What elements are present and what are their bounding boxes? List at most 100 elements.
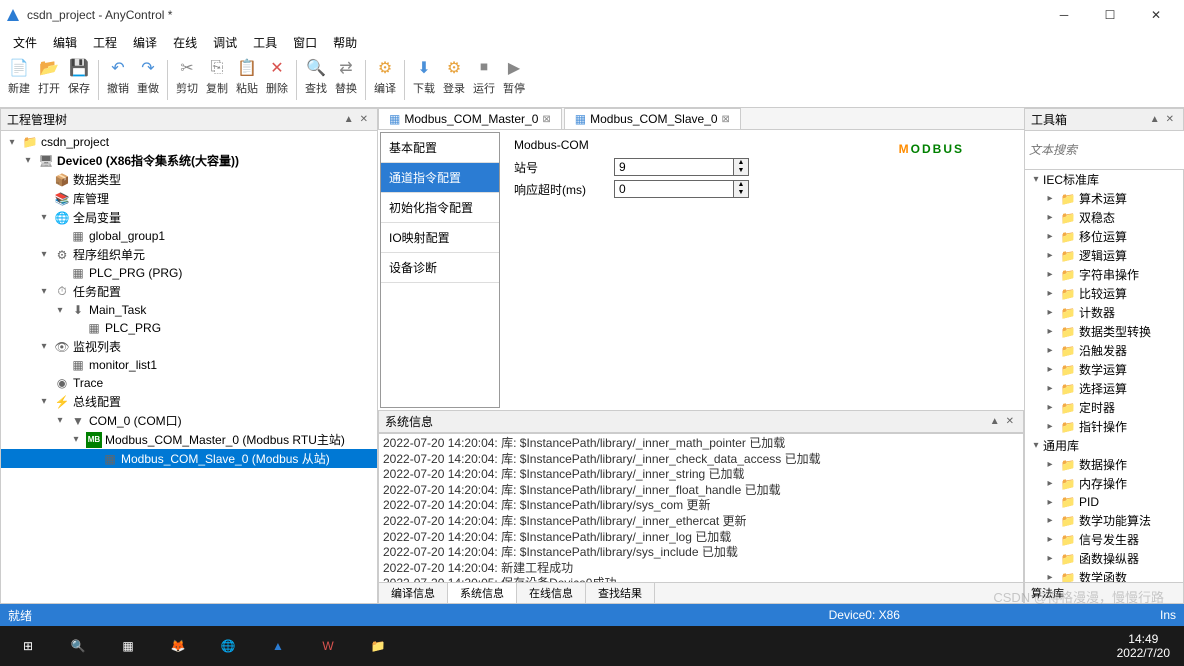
toolbar-运行[interactable]: ⏹运行 xyxy=(469,56,499,98)
toolbox-item[interactable]: ▸📁数学函数 xyxy=(1025,568,1183,583)
log-tab-查找结果[interactable]: 查找结果 xyxy=(586,583,655,603)
syslog-float-icon[interactable]: ▲ xyxy=(987,416,1003,427)
project-tree[interactable]: ▾📁csdn_project▾🖥Device0 (X86指令集系统(大容量))📦… xyxy=(0,131,378,604)
toolbox-search-input[interactable] xyxy=(1025,131,1184,169)
toolbar-保存[interactable]: 💾保存 xyxy=(64,56,94,98)
toolbox-item[interactable]: ▸📁内存操作 xyxy=(1025,474,1183,493)
toolbox-item[interactable]: ▸📁沿触发器 xyxy=(1025,341,1183,360)
panel-close-icon[interactable]: ✕ xyxy=(357,114,371,125)
menu-工程[interactable]: 工程 xyxy=(85,31,125,54)
toolbox-item[interactable]: ▸📁比较运算 xyxy=(1025,284,1183,303)
firefox-icon[interactable]: 🦊 xyxy=(154,626,202,666)
menu-帮助[interactable]: 帮助 xyxy=(325,31,365,54)
close-button[interactable]: ✕ xyxy=(1133,0,1179,30)
toolbox-item[interactable]: ▸📁移位运算 xyxy=(1025,227,1183,246)
toolbar-粘贴[interactable]: 📋粘贴 xyxy=(232,56,262,98)
tree-node[interactable]: ▾MBModbus_COM_Master_0 (Modbus RTU主站) xyxy=(1,430,377,449)
toolbox-item[interactable]: ▸📁函数操纵器 xyxy=(1025,549,1183,568)
toolbox-item[interactable]: ▸📁数学运算 xyxy=(1025,360,1183,379)
tab-close-icon[interactable]: ⊠ xyxy=(722,114,730,125)
menu-工具[interactable]: 工具 xyxy=(245,31,285,54)
station-input[interactable] xyxy=(614,158,734,176)
wps-icon[interactable]: W xyxy=(304,626,352,666)
toolbox-item[interactable]: ▸📁数据类型转换 xyxy=(1025,322,1183,341)
toolbox-item[interactable]: ▸📁PID xyxy=(1025,493,1183,511)
anycontrol-icon[interactable]: ▲ xyxy=(254,626,302,666)
toolbox-item[interactable]: ▸📁计数器 xyxy=(1025,303,1183,322)
sidenav-item[interactable]: 通道指令配置 xyxy=(381,163,499,193)
tree-node[interactable]: ▾⏱任务配置 xyxy=(1,282,377,301)
maximize-button[interactable]: ☐ xyxy=(1087,0,1133,30)
menu-文件[interactable]: 文件 xyxy=(5,31,45,54)
toolbar-登录[interactable]: ⚙登录 xyxy=(439,56,469,98)
toolbar-复制[interactable]: ⎘复制 xyxy=(202,56,232,98)
toolbar-编译[interactable]: ⚙编译 xyxy=(370,56,400,98)
toolbar-下载[interactable]: ⬇下载 xyxy=(409,56,439,98)
tab-Modbus_COM_Master_0[interactable]: ▦Modbus_COM_Master_0⊠ xyxy=(378,108,562,129)
sidenav-item[interactable]: IO映射配置 xyxy=(381,223,499,253)
station-down[interactable]: ▼ xyxy=(734,167,748,175)
toolbar-打开[interactable]: 📂打开 xyxy=(34,56,64,98)
tree-node[interactable]: 📚库管理 xyxy=(1,189,377,208)
tab-Modbus_COM_Slave_0[interactable]: ▦Modbus_COM_Slave_0⊠ xyxy=(564,108,741,129)
log-tab-系统信息[interactable]: 系统信息 xyxy=(448,583,517,603)
toolbox-item[interactable]: ▸📁数学功能算法 xyxy=(1025,511,1183,530)
toolbox-item[interactable]: ▾通用库 xyxy=(1025,436,1183,455)
menu-编译[interactable]: 编译 xyxy=(125,31,165,54)
sidenav-item[interactable]: 基本配置 xyxy=(381,133,499,163)
toolbox-tree[interactable]: ▾IEC标准库▸📁算术运算▸📁双稳态▸📁移位运算▸📁逻辑运算▸📁字符串操作▸📁比… xyxy=(1024,170,1184,583)
menu-在线[interactable]: 在线 xyxy=(165,31,205,54)
algorithm-lib-tab[interactable]: 算法库 xyxy=(1024,583,1184,604)
toolbar-重做[interactable]: ↷重做 xyxy=(133,56,163,98)
toolbox-item[interactable]: ▸📁双稳态 xyxy=(1025,208,1183,227)
tree-node[interactable]: ▾⚡总线配置 xyxy=(1,392,377,411)
tree-node[interactable]: ▾🌐全局变量 xyxy=(1,208,377,227)
tree-node[interactable]: ▦PLC_PRG (PRG) xyxy=(1,264,377,282)
sidenav-item[interactable]: 设备诊断 xyxy=(381,253,499,283)
tree-node[interactable]: ▾🖥Device0 (X86指令集系统(大容量)) xyxy=(1,151,377,170)
tree-node[interactable]: ▾▼COM_0 (COM口) xyxy=(1,411,377,430)
tree-node[interactable]: ▾⬇Main_Task xyxy=(1,301,377,319)
panel-float-icon[interactable]: ▲ xyxy=(341,114,357,125)
toolbox-item[interactable]: ▸📁定时器 xyxy=(1025,398,1183,417)
toolbox-item[interactable]: ▸📁指针操作 xyxy=(1025,417,1183,436)
tab-close-icon[interactable]: ⊠ xyxy=(542,114,550,125)
toolbox-float-icon[interactable]: ▲ xyxy=(1147,114,1163,125)
toolbox-item[interactable]: ▸📁字符串操作 xyxy=(1025,265,1183,284)
toolbox-item[interactable]: ▸📁信号发生器 xyxy=(1025,530,1183,549)
toolbox-item[interactable]: ▸📁数据操作 xyxy=(1025,455,1183,474)
toolbar-替换[interactable]: ⇄替换 xyxy=(331,56,361,98)
chrome-icon[interactable]: 🌐 xyxy=(204,626,252,666)
start-button[interactable]: ⊞ xyxy=(4,626,52,666)
search-icon[interactable]: 🔍 xyxy=(54,626,102,666)
tree-node[interactable]: ▾⚙程序组织单元 xyxy=(1,245,377,264)
station-up[interactable]: ▲ xyxy=(734,159,748,167)
task-view-icon[interactable]: ▦ xyxy=(104,626,152,666)
toolbox-item[interactable]: ▸📁逻辑运算 xyxy=(1025,246,1183,265)
log-tab-在线信息[interactable]: 在线信息 xyxy=(517,583,586,603)
tree-node[interactable]: ▦Modbus_COM_Slave_0 (Modbus 从站) xyxy=(1,449,377,468)
tree-node[interactable]: ▾📁csdn_project xyxy=(1,133,377,151)
syslog-close-icon[interactable]: ✕ xyxy=(1003,416,1017,427)
menu-窗口[interactable]: 窗口 xyxy=(285,31,325,54)
toolbar-删除[interactable]: ✕删除 xyxy=(262,56,292,98)
tree-node[interactable]: ▾👁监视列表 xyxy=(1,337,377,356)
toolbox-close-icon[interactable]: ✕ xyxy=(1163,114,1177,125)
toolbox-item[interactable]: ▾IEC标准库 xyxy=(1025,170,1183,189)
toolbar-剪切[interactable]: ✂剪切 xyxy=(172,56,202,98)
toolbar-暂停[interactable]: ▶暂停 xyxy=(499,56,529,98)
menu-调试[interactable]: 调试 xyxy=(205,31,245,54)
timeout-up[interactable]: ▲ xyxy=(734,181,748,189)
toolbox-item[interactable]: ▸📁算术运算 xyxy=(1025,189,1183,208)
toolbar-查找[interactable]: 🔍查找 xyxy=(301,56,331,98)
tree-node[interactable]: 📦数据类型 xyxy=(1,170,377,189)
sidenav-item[interactable]: 初始化指令配置 xyxy=(381,193,499,223)
tree-node[interactable]: ▦PLC_PRG xyxy=(1,319,377,337)
explorer-icon[interactable]: 📁 xyxy=(354,626,402,666)
minimize-button[interactable]: ─ xyxy=(1041,0,1087,30)
taskbar-clock[interactable]: 14:49 2022/7/20 xyxy=(1107,632,1180,660)
tree-node[interactable]: ▦monitor_list1 xyxy=(1,356,377,374)
tree-node[interactable]: ▦global_group1 xyxy=(1,227,377,245)
toolbar-撤销[interactable]: ↶撤销 xyxy=(103,56,133,98)
timeout-input[interactable] xyxy=(614,180,734,198)
